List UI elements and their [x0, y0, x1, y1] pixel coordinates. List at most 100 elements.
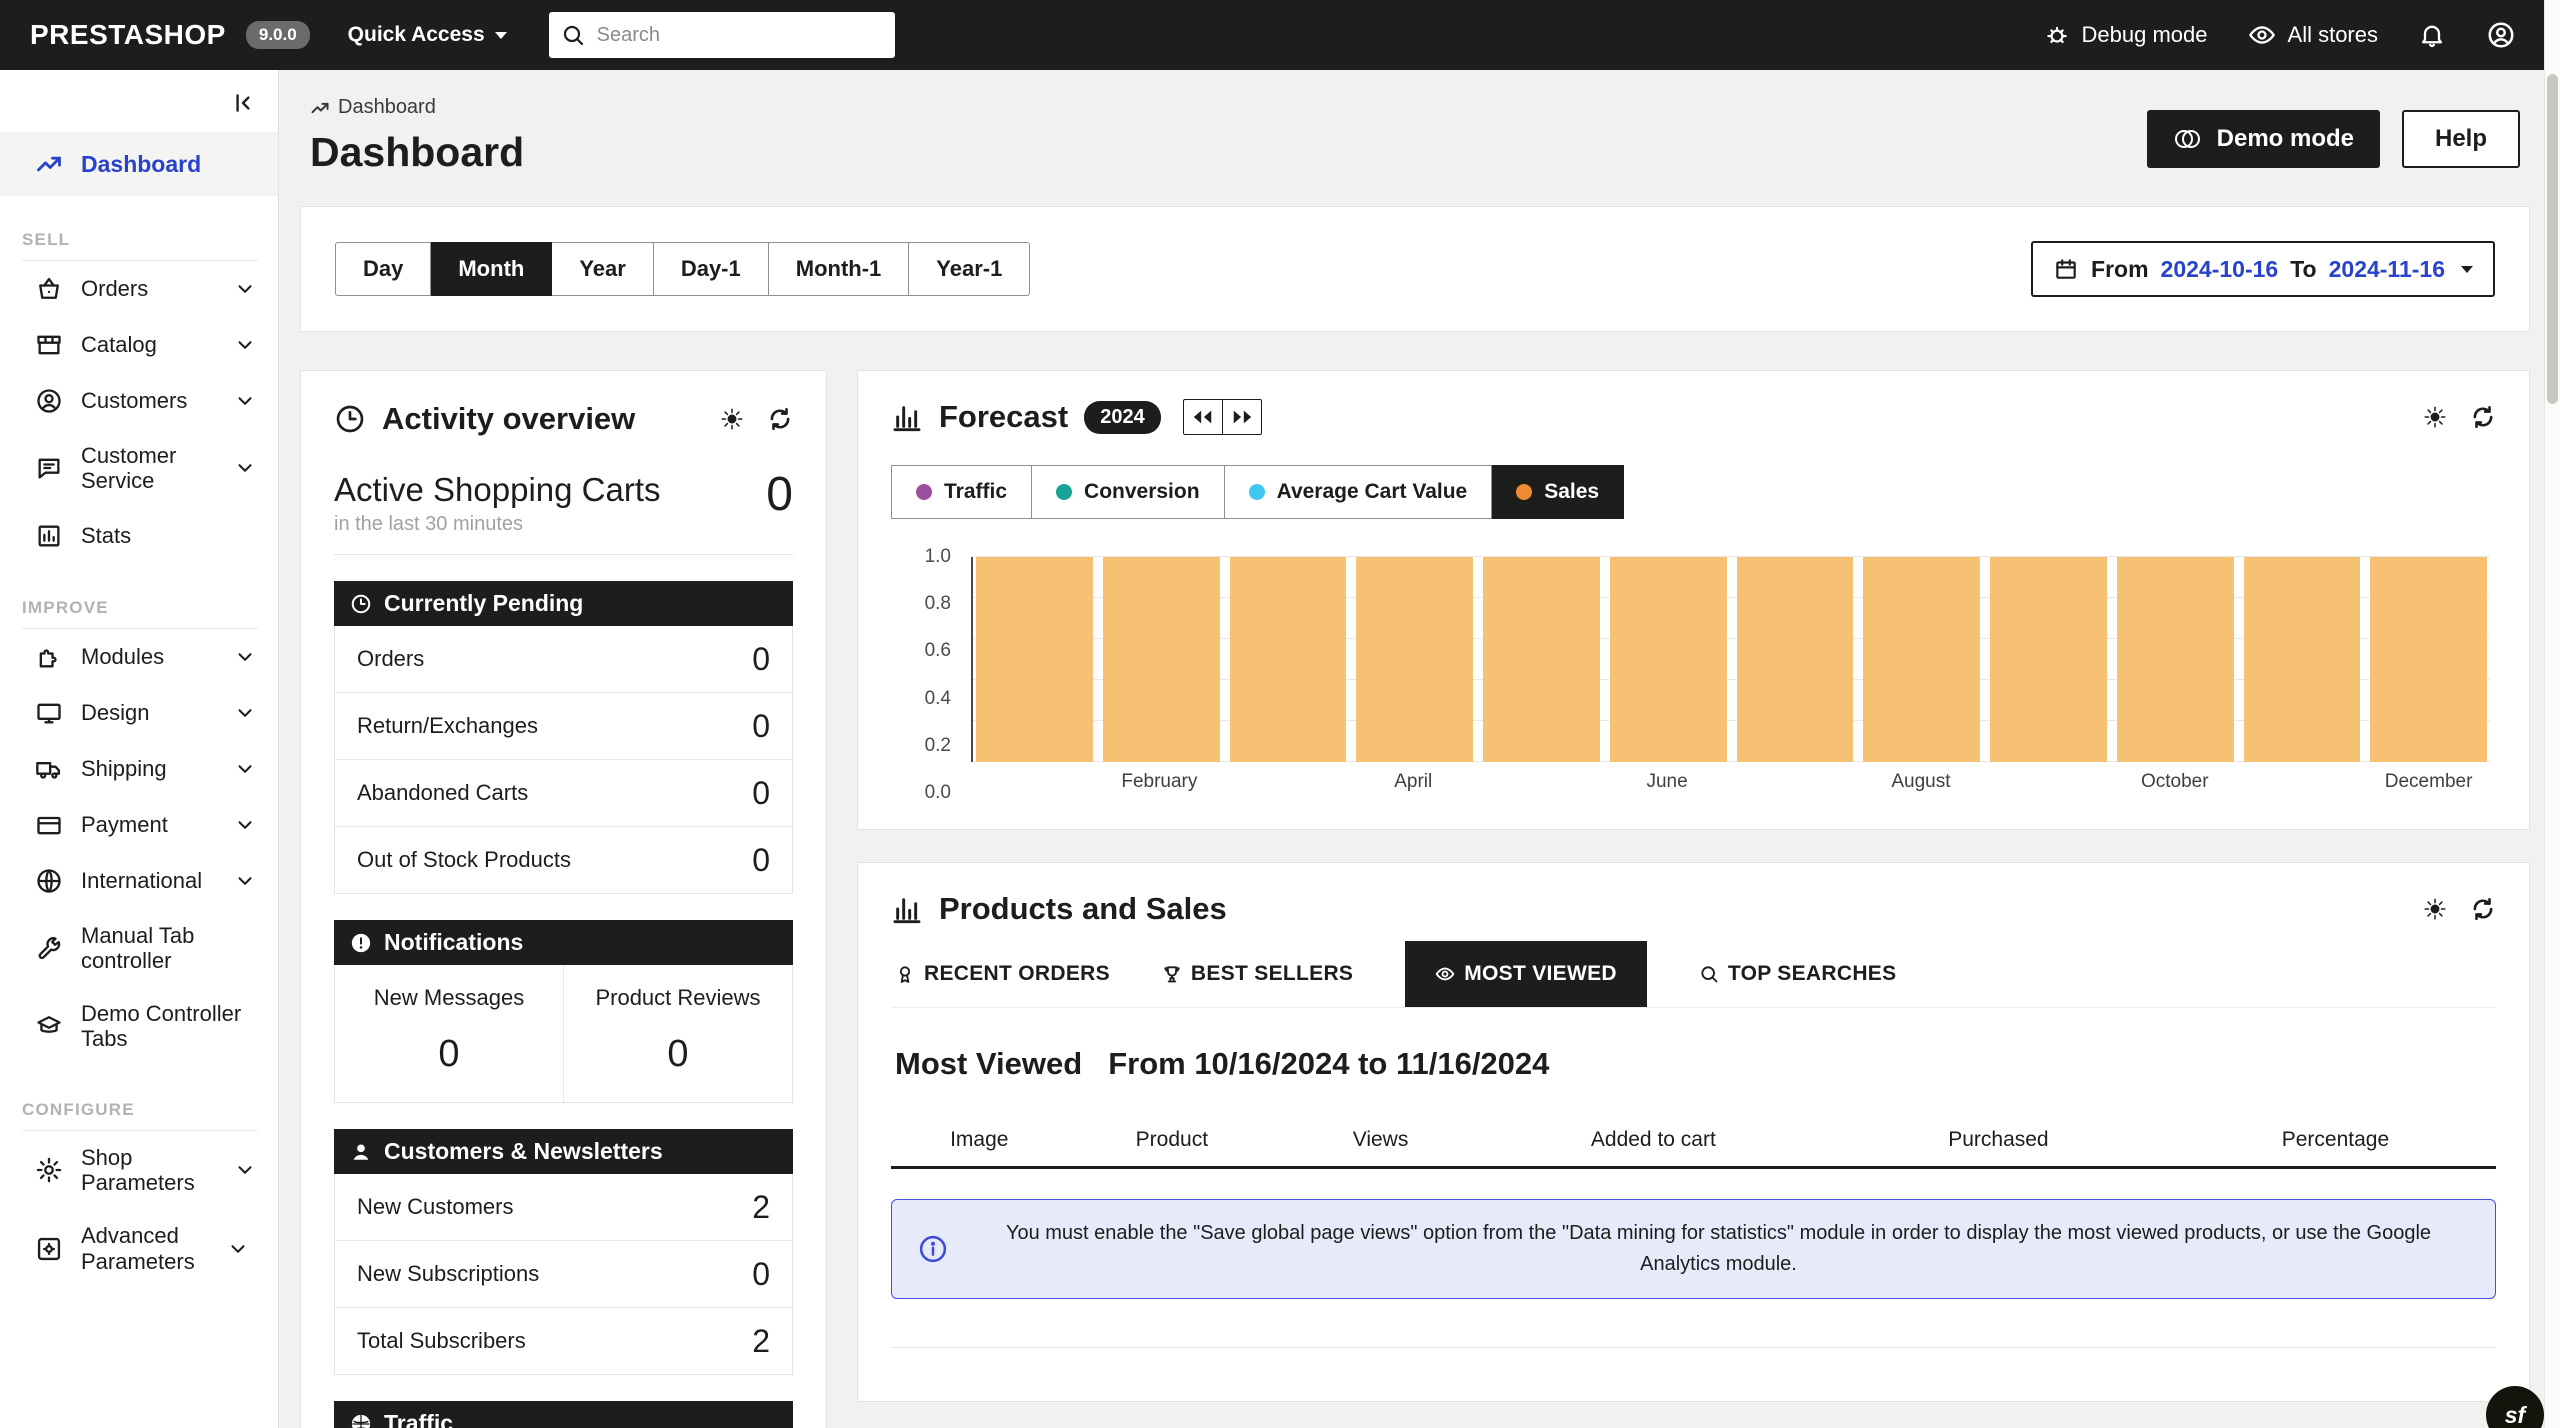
forecast-bar	[2370, 557, 2487, 762]
chart-x-tick-label	[1482, 771, 1599, 793]
sidebar-item-label: Orders	[81, 276, 149, 302]
tab-label: TOP SEARCHES	[1727, 962, 1897, 985]
debug-mode-label: Debug mode	[2081, 22, 2208, 47]
sidebar-item-modules[interactable]: Modules	[0, 629, 278, 685]
chevron-down-icon	[234, 646, 256, 668]
sidebar-item-design[interactable]: Design	[0, 685, 278, 741]
trending-up-icon	[310, 98, 330, 118]
wrench-icon	[35, 934, 63, 962]
legend-button-conversion[interactable]: Conversion	[1032, 465, 1225, 519]
date-from-label: From	[2091, 255, 2149, 282]
chevron-down-icon	[2461, 265, 2473, 273]
bug-icon	[2044, 22, 2070, 48]
stat-row-orders[interactable]: Orders 0	[335, 626, 792, 693]
search-icon	[561, 23, 585, 47]
eye-icon	[1435, 964, 1455, 984]
account-avatar-button[interactable]	[2486, 20, 2516, 50]
global-search[interactable]	[548, 12, 895, 58]
stat-row-abandoned-carts[interactable]: Abandoned Carts 0	[335, 760, 792, 827]
sidebar-item-customer-service[interactable]: Customer Service	[0, 429, 278, 508]
sidebar-item-stats[interactable]: Stats	[0, 508, 278, 564]
legend-button-traffic[interactable]: Traffic	[891, 465, 1033, 519]
forecast-bar	[2243, 557, 2361, 762]
forecast-bar	[1736, 557, 1854, 762]
range-button-day[interactable]: Day	[335, 242, 432, 296]
quick-access-menu[interactable]: Quick Access	[348, 23, 507, 47]
stat-label: Return/Exchanges	[357, 713, 538, 738]
search-input[interactable]	[594, 22, 883, 48]
sidebar-item-catalog[interactable]: Catalog	[0, 317, 278, 373]
calendar-icon	[2053, 256, 2079, 282]
sidebar-item-shipping[interactable]: Shipping	[0, 741, 278, 797]
refresh-icon[interactable]	[2470, 404, 2496, 430]
average-cart-value-dot-icon	[1248, 484, 1265, 500]
sidebar-item-advanced-parameters[interactable]: Advanced Parameters	[0, 1209, 278, 1288]
refresh-icon[interactable]	[2470, 896, 2496, 922]
product-reviews-cell[interactable]: Product Reviews 0	[563, 965, 792, 1102]
date-range-picker[interactable]: From 2024-10-16 To 2024-11-16	[2031, 241, 2495, 297]
stat-row-returns[interactable]: Return/Exchanges 0	[335, 693, 792, 760]
gear-icon[interactable]	[2422, 404, 2448, 430]
range-button-year-1[interactable]: Year-1	[909, 242, 1031, 296]
stat-row-out-of-stock[interactable]: Out of Stock Products 0	[335, 827, 792, 893]
version-badge: 9.0.0	[245, 21, 310, 49]
active-carts-metric[interactable]: Active Shopping Carts in the last 30 min…	[334, 471, 793, 555]
cell-label: Product Reviews	[595, 985, 761, 1010]
range-button-year[interactable]: Year	[552, 242, 654, 296]
customers-list: New Customers 2 New Subscriptions 0 Tota…	[334, 1174, 793, 1375]
legend-button-average-cart-value[interactable]: Average Cart Value	[1224, 465, 1493, 519]
gear-icon[interactable]	[719, 406, 745, 432]
sidebar: Dashboard SELL Orders Catalog Customers …	[0, 70, 279, 1428]
sidebar-item-label: Payment	[81, 811, 168, 837]
stat-row-total-subscribers[interactable]: Total Subscribers 2	[335, 1308, 792, 1374]
range-button-month-1[interactable]: Month-1	[768, 242, 910, 296]
cell-value: 0	[667, 1033, 689, 1075]
tab-label: BEST SELLERS	[1190, 962, 1354, 985]
range-button-day-1[interactable]: Day-1	[653, 242, 769, 296]
stat-row-new-subscriptions[interactable]: New Subscriptions 0	[335, 1241, 792, 1308]
scrollbar-thumb[interactable]	[2547, 74, 2558, 404]
stat-row-new-customers[interactable]: New Customers 2	[335, 1174, 792, 1241]
sidebar-item-manual-tab-controller[interactable]: Manual Tab controller	[0, 909, 278, 988]
bar-chart-icon	[891, 401, 923, 433]
forecast-pager	[1182, 399, 1262, 435]
sidebar-item-label: Design	[81, 699, 150, 725]
tab-recent-orders[interactable]: RECENT ORDERS	[895, 941, 1110, 1007]
gear-icon[interactable]	[2422, 896, 2448, 922]
stat-label: New Subscriptions	[357, 1261, 540, 1286]
legend-button-sales[interactable]: Sales	[1492, 465, 1625, 519]
tab-most-viewed[interactable]: MOST VIEWED	[1405, 941, 1647, 1007]
new-messages-cell[interactable]: New Messages 0	[335, 965, 563, 1102]
next-year-button[interactable]	[1221, 400, 1261, 434]
forecast-panel-title: Forecast	[939, 399, 1069, 434]
tab-top-searches[interactable]: TOP SEARCHES	[1699, 941, 1897, 1007]
demo-mode-button[interactable]: Demo mode	[2146, 110, 2380, 168]
sidebar-item-dashboard[interactable]: Dashboard	[0, 132, 278, 196]
sidebar-item-orders[interactable]: Orders	[0, 261, 278, 317]
chart-x-tick-label	[1989, 771, 2106, 793]
sidebar-item-demo-controller-tabs[interactable]: Demo Controller Tabs	[0, 987, 278, 1066]
previous-year-button[interactable]	[1184, 400, 1222, 434]
all-stores-menu[interactable]: All stores	[2248, 21, 2378, 49]
metric-label: Active Shopping Carts	[334, 471, 661, 508]
range-button-month[interactable]: Month	[431, 242, 553, 296]
sidebar-item-customers[interactable]: Customers	[0, 373, 278, 429]
sidebar-item-international[interactable]: International	[0, 853, 278, 909]
sidebar-collapse-button[interactable]	[230, 90, 256, 116]
tab-label: MOST VIEWED	[1464, 962, 1617, 985]
sales-dot-icon	[1516, 484, 1533, 500]
search-icon	[1699, 964, 1719, 984]
tab-best-sellers[interactable]: BEST SELLERS	[1162, 941, 1353, 1007]
forecast-legend: Traffic Conversion Average Cart Value Sa…	[891, 465, 2496, 519]
debug-mode-toggle[interactable]: Debug mode	[2044, 22, 2208, 48]
help-button[interactable]: Help	[2402, 110, 2520, 168]
notifications-bell-button[interactable]	[2418, 21, 2446, 49]
customers-newsletters-header: Customers & Newsletters	[334, 1129, 793, 1174]
refresh-icon[interactable]	[767, 406, 793, 432]
sidebar-item-shop-parameters[interactable]: Shop Parameters	[0, 1131, 278, 1210]
prestashop-logo[interactable]: PRESTASHOP	[30, 19, 226, 51]
forecast-chart: 0.0 0.2 0.4 0.6 0.8 1.0 February April June Augu…	[891, 546, 2496, 803]
page-scrollbar[interactable]	[2544, 0, 2560, 1428]
sidebar-item-payment[interactable]: Payment	[0, 797, 278, 853]
products-tabs: RECENT ORDERS BEST SELLERS MOST VIEWED T…	[891, 941, 2496, 1008]
